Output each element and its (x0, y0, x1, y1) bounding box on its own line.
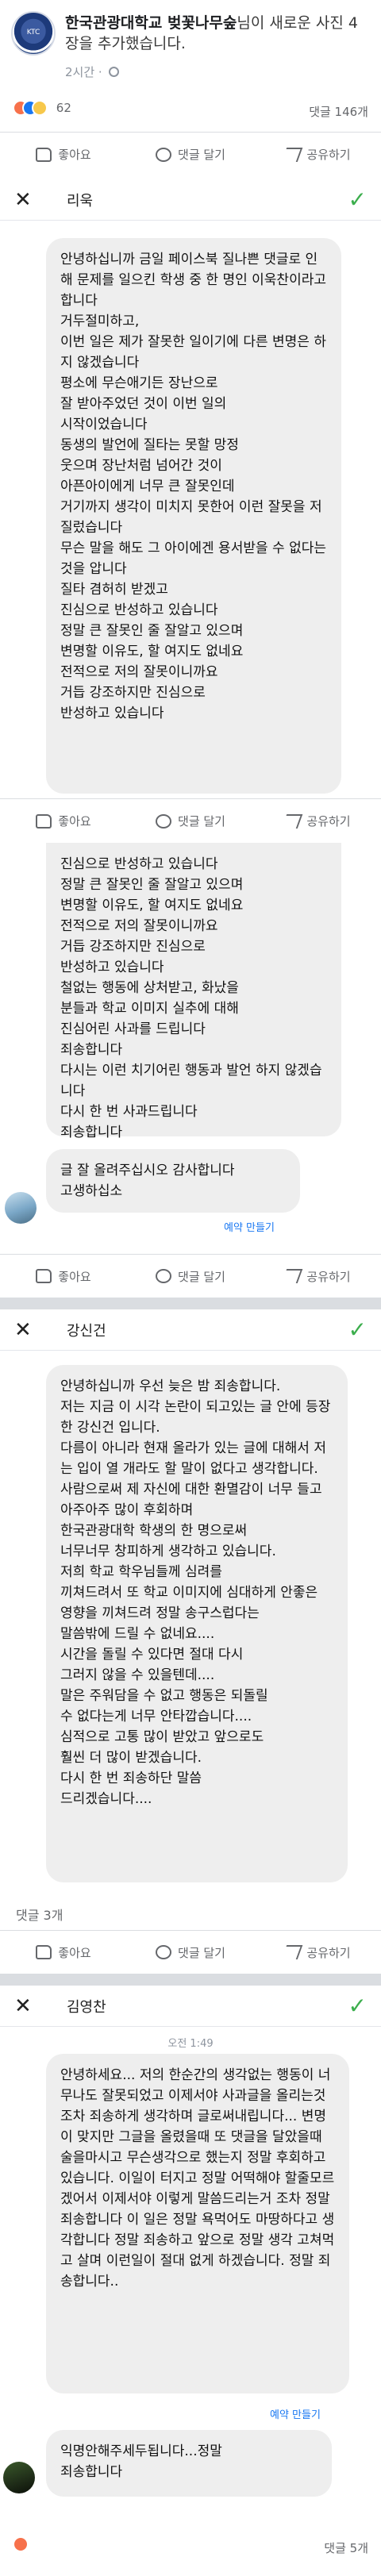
photo-action-bar-2: 좋아요 댓글 달기 공유하기 (0, 1254, 381, 1298)
share-icon (282, 147, 303, 162)
photo-action-bar-1: 좋아요 댓글 달기 공유하기 (0, 798, 381, 843)
check-icon[interactable]: ✓ (348, 186, 367, 213)
chat-topbar: ✕ 강신건 ✓ (0, 1309, 381, 1351)
message-bubble: 안녕하세요... 저의 한순간의 생각없는 행동이 너무나도 잘못되었고 이제서… (46, 2054, 349, 2393)
reply-bubble: 글 잘 올려주십시오 감사합니다 고생하십소 (46, 1149, 300, 1213)
share-icon (282, 1945, 303, 1959)
check-icon[interactable]: ✓ (348, 1993, 367, 2019)
like-label: 좋아요 (58, 1269, 91, 1284)
like-label: 좋아요 (58, 1945, 91, 1960)
like-button[interactable]: 좋아요 (0, 133, 127, 176)
sender-avatar (5, 1192, 37, 1224)
page-name-link[interactable]: 한국관광대학교 벚꽃나무숲 (65, 14, 237, 32)
reactions-count[interactable]: 62 (56, 101, 71, 115)
chat-topbar: ✕ 김영찬 ✓ (0, 1986, 381, 2027)
thumbs-up-icon (36, 1945, 52, 1959)
share-icon (282, 813, 303, 829)
comment-icon (156, 147, 172, 162)
comments-count[interactable]: 댓글 5개 (324, 2539, 368, 2556)
share-button[interactable]: 공유하기 (254, 133, 381, 176)
page-avatar[interactable]: KTC (11, 11, 56, 56)
comment-icon (156, 1945, 172, 1959)
post-divider (0, 1974, 381, 1986)
close-icon[interactable]: ✕ (14, 1318, 38, 1342)
message-time: 오전 1:49 (167, 2038, 214, 2050)
chat-screenshot-2: 진심으로 반성하고 있습니다 정말 큰 잘못인 줄 잘알고 있으며 변명할 이유… (0, 843, 381, 1255)
like-button[interactable]: 좋아요 (0, 799, 127, 843)
make-reservation-link[interactable]: 예약 만들기 (224, 1219, 275, 1234)
chat-screenshot-3: ✕ 강신건 ✓ 안녕하십니까 우선 늦은 밤 죄송합니다. 저는 지금 이 시각… (0, 1309, 381, 1897)
post-time[interactable]: 2시간 (65, 65, 94, 79)
contact-name: 강신건 (67, 1322, 106, 1340)
share-label: 공유하기 (306, 814, 351, 829)
post-action-bar: 좋아요 댓글 달기 공유하기 (0, 132, 381, 176)
thumbs-up-icon (36, 1269, 52, 1283)
post-divider (0, 1298, 381, 1309)
share-label: 공유하기 (306, 1269, 351, 1284)
check-icon[interactable]: ✓ (348, 1317, 367, 1343)
like-label: 좋아요 (58, 148, 91, 162)
comment-button[interactable]: 댓글 달기 (127, 1931, 254, 1974)
share-button[interactable]: 공유하기 (254, 799, 381, 843)
post-header: KTC 한국관광대학교 벚꽃나무숲님이 새로운 사진 4장을 추가했습니다. 2… (0, 0, 381, 89)
comment-label: 댓글 달기 (178, 814, 225, 829)
angry-reaction-icon (13, 2536, 29, 2552)
comment-button[interactable]: 댓글 달기 (127, 1255, 254, 1298)
comment-button[interactable]: 댓글 달기 (127, 133, 254, 176)
reactions-row[interactable]: 62 댓글 146개 (13, 100, 368, 124)
contact-name: 리욱 (67, 192, 94, 210)
photo-action-bar-3: 좋아요 댓글 달기 공유하기 (0, 1930, 381, 1974)
comment-icon (156, 813, 172, 829)
contact-name: 김영찬 (67, 1998, 106, 2016)
chat-screenshot-1: ✕ 리욱 ✓ 안녕하십니까 금일 페이스북 질나쁜 댓글로 인해 문제를 일으킨… (0, 179, 381, 798)
share-label: 공유하기 (306, 148, 351, 162)
like-label: 좋아요 (58, 814, 91, 829)
comments-count[interactable]: 댓글 3개 (16, 1905, 63, 1924)
post-title: 한국관광대학교 벚꽃나무숲님이 새로운 사진 4장을 추가했습니다. (65, 13, 367, 54)
message-bubble: 안녕하십니까 금일 페이스북 질나쁜 댓글로 인해 문제를 일으킨 학생 중 한… (46, 238, 341, 794)
share-icon (282, 1269, 303, 1283)
comment-label: 댓글 달기 (178, 148, 225, 162)
message-bubble: 진심으로 반성하고 있습니다 정말 큰 잘못인 줄 잘알고 있으며 변명할 이유… (46, 843, 341, 1140)
chat-screenshot-4: ✕ 김영찬 ✓ 오전 1:49 안녕하세요... 저의 한순간의 생각없는 행동… (0, 1986, 381, 2533)
haha-reaction-icon (32, 100, 48, 116)
like-button[interactable]: 좋아요 (0, 1255, 127, 1298)
thumbs-up-icon (36, 813, 52, 829)
reactions-row[interactable]: 댓글 5개 (13, 2536, 368, 2560)
comment-label: 댓글 달기 (178, 1945, 225, 1960)
comment-icon (156, 1269, 172, 1283)
globe-icon (109, 67, 120, 77)
post-meta: 2시간 · (65, 63, 120, 80)
avatar-text: KTC (26, 29, 40, 37)
share-button[interactable]: 공유하기 (254, 1931, 381, 1974)
comments-count[interactable]: 댓글 146개 (309, 103, 368, 120)
chat-topbar: ✕ 리욱 ✓ (0, 179, 381, 221)
like-button[interactable]: 좋아요 (0, 1931, 127, 1974)
sender-avatar (3, 2462, 35, 2493)
close-icon[interactable]: ✕ (14, 1994, 38, 2018)
make-reservation-link[interactable]: 예약 만들기 (270, 2406, 321, 2421)
share-button[interactable]: 공유하기 (254, 1255, 381, 1298)
comment-button[interactable]: 댓글 달기 (127, 799, 254, 843)
close-icon[interactable]: ✕ (14, 188, 38, 212)
reply-bubble: 익명안해주세두됩니다...정말 죄송합니다 (46, 2430, 332, 2497)
share-label: 공유하기 (306, 1945, 351, 1960)
thumbs-up-icon (36, 147, 52, 162)
message-bubble: 안녕하십니까 우선 늦은 밤 죄송합니다. 저는 지금 이 시각 논란이 되고있… (46, 1365, 348, 1882)
comment-label: 댓글 달기 (178, 1269, 225, 1284)
